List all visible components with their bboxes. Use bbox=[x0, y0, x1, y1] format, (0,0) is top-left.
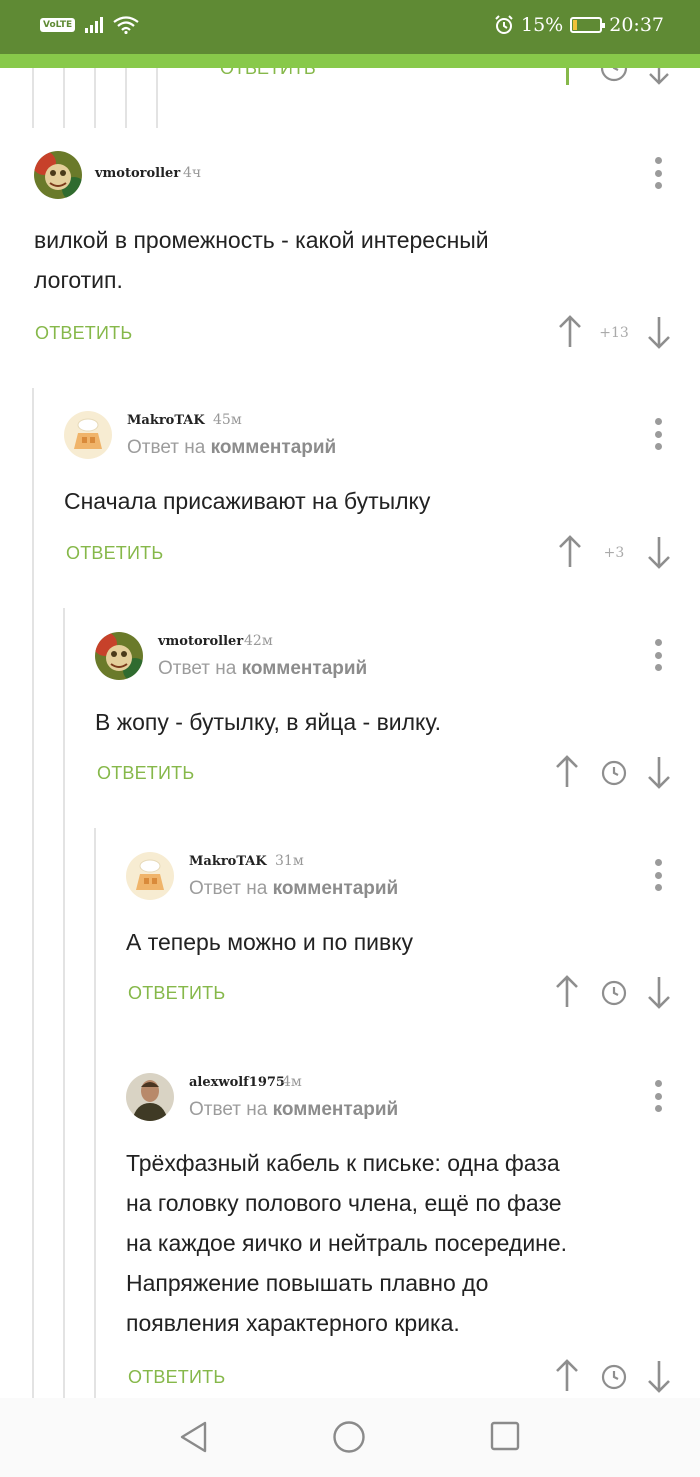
thread-line bbox=[94, 828, 96, 1398]
parent-comment-link[interactable]: комментарий bbox=[273, 878, 399, 899]
comment-time: 45м bbox=[213, 412, 242, 428]
upvote-arrow-icon[interactable] bbox=[554, 1357, 580, 1395]
page-progress-strip bbox=[0, 54, 700, 68]
parent-comment-link[interactable]: комментарий bbox=[211, 437, 337, 458]
reply-to-label: Ответ на комментарий bbox=[189, 1099, 399, 1120]
comment-actions: ОТВЕТИТЬ +13 bbox=[0, 313, 700, 357]
comment-username[interactable]: alexwolf1975 bbox=[189, 1075, 285, 1090]
reply-button[interactable]: ОТВЕТИТЬ bbox=[97, 763, 194, 784]
signal-icon bbox=[85, 17, 104, 33]
downvote-arrow-icon[interactable] bbox=[646, 973, 672, 1011]
reply-button[interactable]: ОТВЕТИТЬ bbox=[35, 323, 132, 344]
thread-line bbox=[32, 68, 34, 128]
upvote-arrow-icon[interactable] bbox=[557, 533, 583, 571]
comment-username[interactable]: vmotoroller bbox=[95, 166, 180, 181]
downvote-arrow-icon[interactable] bbox=[646, 753, 672, 791]
comment-actions: ОТВЕТИТЬ bbox=[0, 753, 700, 797]
partial-reply-button[interactable]: ОТВЕТИТЬ bbox=[220, 68, 340, 80]
comment-text: Трёхфазный кабель к письке: одна фаза на… bbox=[126, 1150, 568, 1336]
more-options-icon[interactable] bbox=[653, 1080, 663, 1112]
reply-button[interactable]: ОТВЕТИТЬ bbox=[128, 983, 225, 1004]
comment-actions: ОТВЕТИТЬ bbox=[0, 973, 700, 1017]
avatar[interactable] bbox=[126, 1073, 174, 1121]
comment-time: 4м bbox=[282, 1074, 302, 1090]
comment-text: вилкой в промежность - какой интересный … bbox=[34, 227, 489, 293]
navigation-bar bbox=[0, 1398, 700, 1477]
comment-username[interactable]: vmotoroller bbox=[158, 634, 243, 649]
downvote-arrow-icon[interactable] bbox=[646, 533, 672, 571]
upvote-arrow-icon[interactable] bbox=[554, 973, 580, 1011]
comment-text: Сначала присаживают на бутылку bbox=[64, 488, 431, 514]
vote-marker bbox=[566, 68, 569, 85]
reply-to-label: Ответ на комментарий bbox=[158, 658, 368, 679]
wifi-icon bbox=[113, 16, 139, 34]
comment-text: А теперь можно и по пивку bbox=[126, 929, 414, 955]
battery-percent: 15% bbox=[521, 14, 564, 36]
clock-time: 20:37 bbox=[609, 14, 664, 36]
home-icon[interactable] bbox=[332, 1420, 366, 1454]
avatar[interactable] bbox=[95, 632, 143, 680]
status-bar: VoLTE 15% 20:37 bbox=[0, 0, 700, 54]
comment-score: +3 bbox=[603, 545, 625, 561]
parent-comment-link[interactable]: комментарий bbox=[273, 1099, 399, 1120]
thread-line bbox=[94, 68, 96, 128]
avatar[interactable] bbox=[34, 151, 82, 199]
parent-comment-link[interactable]: комментарий bbox=[242, 658, 368, 679]
reply-button[interactable]: ОТВЕТИТЬ bbox=[66, 543, 163, 564]
thread-line bbox=[63, 68, 65, 128]
reply-button[interactable]: ОТВЕТИТЬ bbox=[128, 1367, 225, 1388]
avatar[interactable] bbox=[64, 411, 112, 459]
clock-icon[interactable] bbox=[600, 759, 628, 787]
clock-icon[interactable] bbox=[600, 1363, 628, 1391]
reply-to-label: Ответ на комментарий bbox=[189, 878, 399, 899]
reply-to-label: Ответ на комментарий bbox=[127, 437, 337, 458]
upvote-arrow-icon[interactable] bbox=[557, 313, 583, 351]
downvote-arrow-icon[interactable] bbox=[646, 313, 672, 351]
downvote-arrow-icon[interactable] bbox=[646, 68, 672, 86]
thread-line bbox=[156, 68, 158, 128]
comment-score: +13 bbox=[599, 325, 629, 341]
comment-actions: ОТВЕТИТЬ bbox=[0, 1357, 700, 1401]
more-options-icon[interactable] bbox=[653, 639, 663, 671]
back-icon[interactable] bbox=[178, 1420, 210, 1454]
recent-apps-icon[interactable] bbox=[490, 1421, 520, 1451]
volte-indicator: VoLTE bbox=[40, 18, 76, 32]
comment-time: 42м bbox=[244, 633, 273, 649]
upvote-arrow-icon[interactable] bbox=[554, 753, 580, 791]
more-options-icon[interactable] bbox=[653, 418, 663, 450]
comment-actions: ОТВЕТИТЬ +3 bbox=[0, 533, 700, 577]
clock-icon[interactable] bbox=[600, 68, 628, 82]
avatar[interactable] bbox=[126, 852, 174, 900]
downvote-arrow-icon[interactable] bbox=[646, 1357, 672, 1395]
comment-time: 4ч bbox=[183, 165, 202, 181]
comment-text: В жопу - бутылку, в яйца - вилку. bbox=[95, 709, 441, 735]
clock-icon[interactable] bbox=[600, 979, 628, 1007]
thread-line bbox=[125, 68, 127, 128]
alarm-icon bbox=[495, 15, 513, 34]
comment-username[interactable]: MakroTAK bbox=[127, 413, 205, 428]
comment-username[interactable]: MakroTAK bbox=[189, 854, 267, 869]
more-options-icon[interactable] bbox=[653, 157, 663, 189]
more-options-icon[interactable] bbox=[653, 859, 663, 891]
comment-time: 31м bbox=[275, 853, 304, 869]
battery-icon bbox=[570, 17, 606, 33]
